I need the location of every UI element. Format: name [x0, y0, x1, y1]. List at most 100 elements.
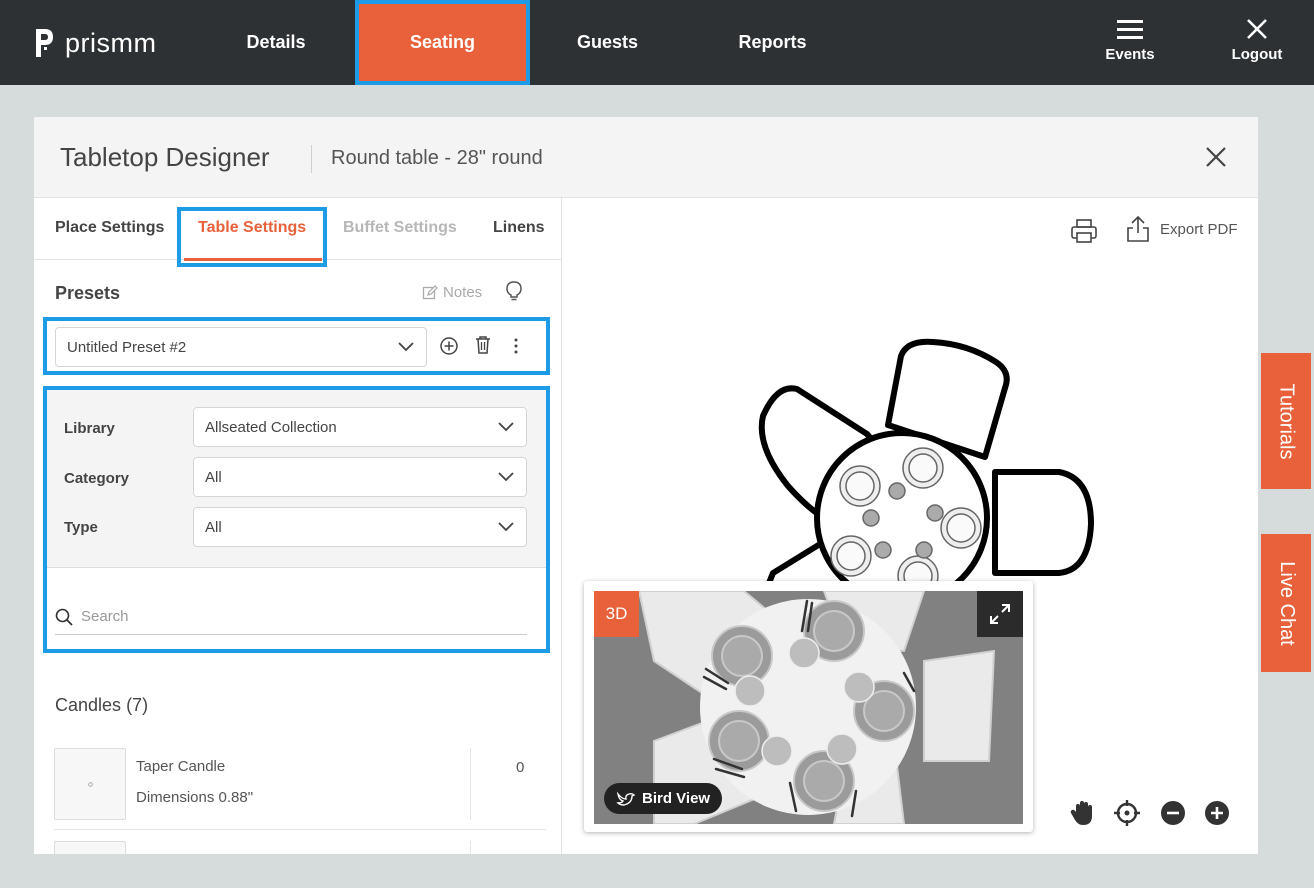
chevron-down-icon: [498, 522, 514, 532]
glass: [862, 509, 880, 527]
recenter-tool[interactable]: [1112, 798, 1142, 828]
preset-select-value: Untitled Preset #2: [67, 338, 187, 356]
item-divider: [470, 748, 471, 820]
3d-view[interactable]: 3D Bird View: [594, 591, 1023, 824]
logout-button[interactable]: Logout: [1226, 18, 1288, 63]
search-icon: [55, 608, 73, 626]
zoom-in-icon: [1205, 801, 1229, 825]
glass: [926, 504, 944, 522]
pan-tool[interactable]: [1067, 798, 1097, 828]
nav-seating[interactable]: Seating: [355, 0, 530, 85]
library-label: Library: [64, 420, 115, 437]
glass: [788, 637, 820, 669]
notes-button[interactable]: Notes: [422, 284, 482, 301]
expand-icon: [990, 604, 1010, 624]
hand-icon: [1070, 801, 1092, 825]
search-field[interactable]: Search: [55, 599, 527, 635]
export-pdf-button[interactable]: Export PDF: [1126, 215, 1238, 243]
preset-select[interactable]: Untitled Preset #2: [55, 327, 427, 367]
filters-panel: Library Allseated Collection Category Al…: [47, 390, 546, 568]
more-options-icon[interactable]: [513, 337, 519, 355]
print-icon[interactable]: [1070, 218, 1098, 244]
chevron-down-icon: [398, 342, 414, 352]
chevron-down-icon: [498, 422, 514, 432]
preview-panel: Export PDF 3D Bird View: [563, 198, 1258, 854]
glass: [826, 733, 858, 765]
bird-view-button[interactable]: Bird View: [604, 783, 723, 814]
filters-group: Library Allseated Collection Category Al…: [43, 386, 550, 653]
tutorials-tab[interactable]: Tutorials: [1261, 353, 1311, 489]
tab-place-settings[interactable]: Place Settings: [55, 219, 164, 237]
header-divider: [311, 145, 312, 173]
category-label: Category: [64, 470, 130, 487]
export-icon: [1127, 215, 1149, 242]
plate: [908, 453, 938, 483]
export-pdf-label: Export PDF: [1160, 220, 1238, 238]
list-item[interactable]: Taper Candle Dimensions 0.88" 0: [54, 748, 546, 830]
glass: [888, 482, 906, 500]
logout-label: Logout: [1231, 46, 1283, 63]
candles-count: (7): [126, 695, 149, 715]
expand-button[interactable]: [977, 591, 1023, 637]
library-select-value: Allseated Collection: [205, 418, 337, 436]
item-thumbnail: [54, 841, 126, 854]
bird-view-label: Bird View: [642, 790, 711, 807]
glass: [874, 541, 892, 559]
presets-title: Presets: [55, 283, 121, 303]
modal-header: Tabletop Designer Round table - 28" roun…: [34, 117, 1258, 198]
plate: [836, 541, 866, 571]
glass: [761, 735, 793, 767]
menu-icon: [1117, 20, 1143, 39]
chevron-down-icon: [498, 472, 514, 482]
active-tab-highlight: [177, 207, 327, 267]
zoom-out-button[interactable]: [1158, 798, 1188, 828]
type-label: Type: [64, 519, 98, 536]
add-preset-icon[interactable]: [439, 336, 459, 356]
plate: [721, 635, 763, 677]
candles-title: Candles: [55, 695, 122, 715]
nav-reports[interactable]: Reports: [700, 0, 845, 85]
list-item[interactable]: [54, 841, 546, 854]
category-select[interactable]: All: [193, 457, 527, 497]
nav-details[interactable]: Details: [206, 0, 346, 85]
modal-title: Tabletop Designer: [60, 142, 270, 172]
crosshair-icon: [1114, 800, 1140, 826]
logo[interactable]: prismm: [33, 27, 157, 59]
trash-icon[interactable]: [474, 335, 492, 355]
zoom-in-button[interactable]: [1202, 798, 1232, 828]
glass: [734, 675, 766, 707]
edit-icon: [422, 284, 438, 299]
plate: [718, 720, 760, 762]
candle-icon: [88, 782, 93, 787]
item-dimensions: Dimensions 0.88": [136, 789, 254, 806]
zoom-out-icon: [1161, 801, 1185, 825]
item-quantity: 0: [516, 759, 525, 776]
bird-icon: [616, 790, 636, 806]
table-layout-canvas[interactable]: [713, 338, 1123, 608]
tabletop-designer-modal: Tabletop Designer Round table - 28" roun…: [34, 117, 1258, 854]
3d-badge[interactable]: 3D: [594, 591, 639, 637]
logo-text: prismm: [65, 27, 157, 58]
3d-preview-card: 3D Bird View: [584, 581, 1033, 832]
nav-guests[interactable]: Guests: [540, 0, 675, 85]
events-button[interactable]: Events: [1100, 18, 1160, 63]
left-panel: Place Settings Table Settings Buffet Set…: [34, 198, 562, 854]
prismm-logo-icon: [36, 29, 53, 57]
item-name: Taper Candle: [136, 758, 226, 775]
top-navbar: prismm Details Seating Guests Reports Ev…: [0, 0, 1314, 85]
close-icon: [1247, 19, 1267, 39]
lightbulb-icon[interactable]: [505, 280, 523, 302]
item-divider: [470, 841, 471, 854]
events-label: Events: [1105, 46, 1155, 63]
tab-linens[interactable]: Linens: [493, 219, 545, 237]
type-select[interactable]: All: [193, 507, 527, 547]
modal-subtitle: Round table - 28" round: [331, 147, 543, 169]
type-select-value: All: [205, 518, 222, 536]
library-select[interactable]: Allseated Collection: [193, 407, 527, 447]
glass: [915, 541, 933, 559]
tab-buffet-settings[interactable]: Buffet Settings: [343, 219, 457, 237]
live-chat-label: Live Chat: [1275, 560, 1298, 646]
tutorials-label: Tutorials: [1275, 383, 1298, 459]
live-chat-tab[interactable]: Live Chat: [1261, 534, 1311, 672]
modal-close-icon[interactable]: [1204, 145, 1228, 169]
